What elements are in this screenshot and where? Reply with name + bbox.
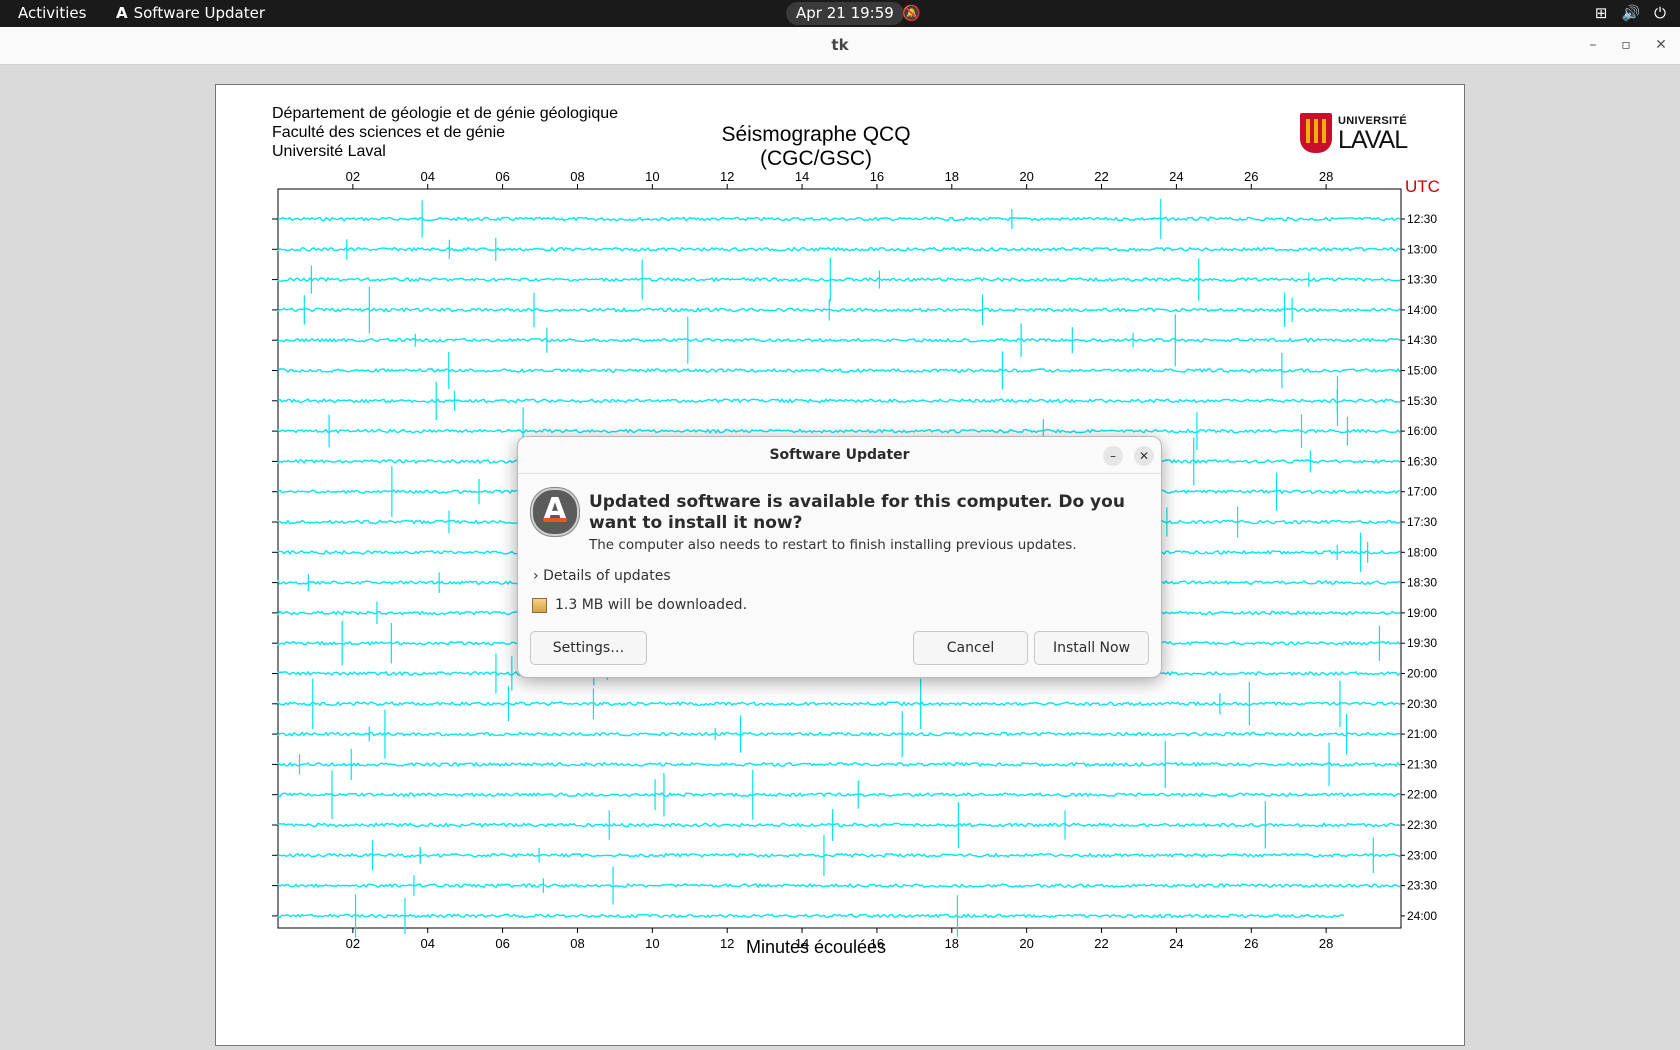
x-tick-label-top: 10 [645,169,659,184]
row-time-label: 17:30 [1407,515,1437,529]
x-tick-label-top: 18 [945,169,959,184]
close-icon[interactable]: ✕ [1651,35,1671,55]
software-updater-icon [531,488,579,536]
package-icon [532,597,547,613]
row-time-label: 23:00 [1407,848,1437,862]
app-menu[interactable]: A Software Updater [116,4,265,22]
x-tick-label-bottom: 10 [645,936,659,951]
row-time-label: 14:00 [1407,303,1437,317]
row-time-label: 22:30 [1407,818,1437,832]
trace-row [277,428,1401,434]
x-tick-label-top: 04 [420,169,434,184]
row-time-label: 15:00 [1407,364,1437,378]
trace-row [277,337,1401,344]
row-time-label: 16:30 [1407,454,1437,468]
x-tick-label-top: 02 [346,169,360,184]
row-time-label: 14:30 [1407,333,1437,347]
row-time-label: 13:00 [1407,242,1437,256]
x-tick-label-top: 26 [1244,169,1258,184]
x-tick-label-bottom: 26 [1244,936,1258,951]
x-tick-label-bottom: 04 [420,936,434,951]
x-tick-label-top: 06 [495,169,509,184]
row-time-label: 20:00 [1407,667,1437,681]
maximize-icon[interactable]: ▫ [1616,35,1636,55]
x-tick-label-bottom: 06 [495,936,509,951]
row-time-label: 20:30 [1407,697,1437,711]
x-axis-label: Minutes écoulées [745,937,887,957]
row-time-label: 21:00 [1407,727,1437,741]
notifications-off-icon: 🔕 [902,4,921,22]
cancel-button[interactable]: Cancel [913,631,1028,665]
trace-row [277,700,1401,707]
x-tick-label-top: 20 [1019,169,1033,184]
trace-row [277,882,1401,889]
row-time-label: 15:30 [1407,394,1437,408]
x-tick-label-bottom: 24 [1169,936,1183,951]
top-bar: Activities A Software Updater Apr 21 19:… [0,0,1680,27]
minimize-icon[interactable]: – [1583,35,1603,55]
dialog-minimize-icon[interactable]: – [1103,446,1123,466]
trace-row [277,731,1401,737]
x-tick-label-bottom: 28 [1319,936,1333,951]
trace-row [277,761,1401,768]
row-time-label: 13:30 [1407,273,1437,287]
x-tick-label-top: 28 [1319,169,1333,184]
x-tick-label-top: 12 [720,169,734,184]
x-tick-label-bottom: 02 [346,936,360,951]
x-tick-label-top: 22 [1094,169,1108,184]
volume-icon[interactable]: 🔊 [1621,4,1640,22]
system-tray[interactable]: ⊞ 🔊 ⏻ [1595,4,1666,22]
network-icon[interactable]: ⊞ [1595,4,1608,22]
dialog-subtext: The computer also needs to restart to fi… [589,537,1077,553]
trace-row [277,852,1401,858]
row-time-label: 19:00 [1407,606,1437,620]
row-time-label: 23:30 [1407,879,1437,893]
row-time-label: 19:30 [1407,636,1437,650]
download-size: 1.3 MB will be downloaded. [532,597,747,613]
row-time-label: 22:00 [1407,788,1437,802]
trace-row [277,307,1401,313]
details-expander[interactable]: › Details of updates [533,568,671,584]
trace-row [277,792,1401,798]
x-tick-label-top: 16 [870,169,884,184]
x-tick-label-bottom: 08 [570,936,584,951]
dialog-close-icon[interactable]: ✕ [1134,446,1154,466]
trace-row [277,216,1401,222]
trace-row [277,276,1400,283]
utc-label: UTC [1405,177,1440,196]
x-tick-label-bottom: 18 [945,936,959,951]
install-now-button[interactable]: Install Now [1034,631,1149,665]
row-time-label: 18:30 [1407,576,1437,590]
x-tick-label-bottom: 22 [1094,936,1108,951]
window-title: tk [831,36,849,54]
trace-row [277,913,1345,919]
window-titlebar: tk – ▫ ✕ [0,27,1680,65]
download-size-text: 1.3 MB will be downloaded. [555,597,748,613]
power-icon[interactable]: ⏻ [1654,4,1666,22]
software-updater-icon: A [116,4,128,22]
trace-row [277,822,1401,828]
row-time-label: 16:00 [1407,424,1437,438]
dialog-title: Software Updater [518,437,1161,474]
x-tick-label-top: 08 [570,169,584,184]
activities-button[interactable]: Activities [18,4,86,22]
chevron-right-icon: › [533,568,539,584]
row-time-label: 21:30 [1407,757,1437,771]
app-menu-label: Software Updater [133,4,265,22]
row-time-label: 17:00 [1407,485,1437,499]
row-time-label: 18:00 [1407,545,1437,559]
trace-row [277,398,1401,404]
clock[interactable]: Apr 21 19:59 [786,2,904,25]
trace-row [277,367,1401,374]
row-time-label: 24:00 [1407,909,1437,923]
trace-row [277,246,1401,253]
x-tick-label-bottom: 20 [1019,936,1033,951]
settings-button[interactable]: Settings… [530,631,647,665]
x-tick-label-top: 14 [795,169,809,184]
row-time-label: 12:30 [1407,212,1437,226]
dialog-headline: Updated software is available for this c… [589,492,1125,533]
software-updater-dialog: Software Updater – ✕ Updated software is… [517,436,1162,678]
details-label: Details of updates [543,568,671,584]
x-tick-label-top: 24 [1169,169,1183,184]
